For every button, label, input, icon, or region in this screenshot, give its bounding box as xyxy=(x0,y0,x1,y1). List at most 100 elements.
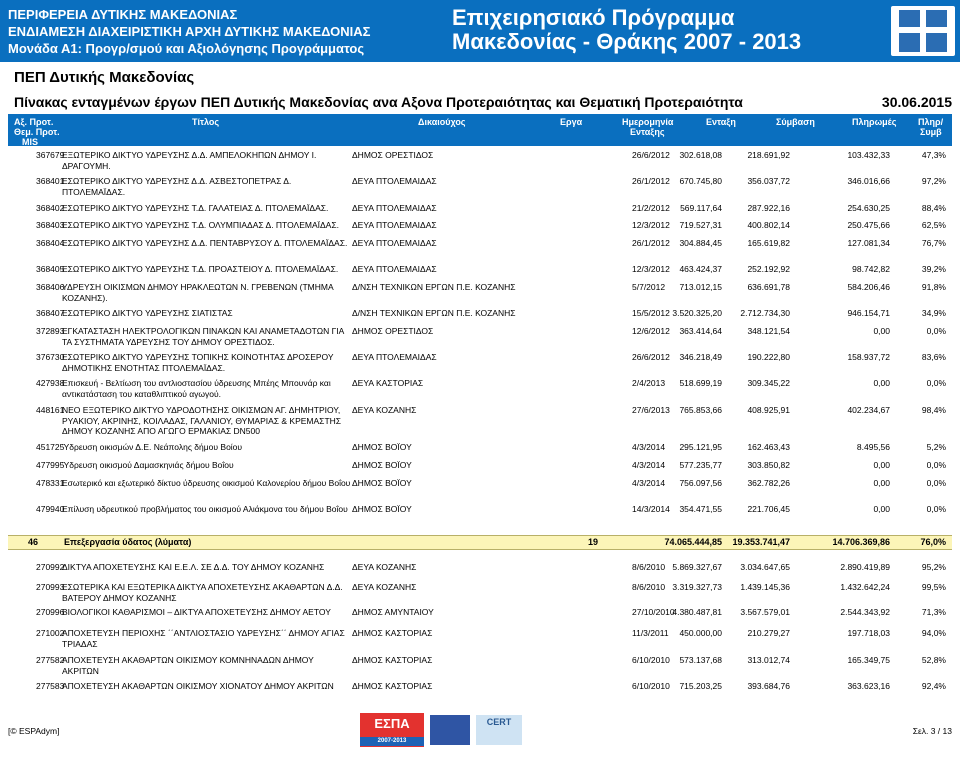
mis-cell: 368403 xyxy=(36,220,65,230)
eu-flag-icon xyxy=(430,715,470,745)
percent-cell: 83,6% xyxy=(921,352,946,362)
mis-cell: 270996 xyxy=(36,607,65,617)
greek-flag-icon xyxy=(891,6,955,56)
table-row: 427938 Επισκευή - Βελτίωση του αντλιοστασ… xyxy=(0,378,960,405)
symbasi-cell: 190.222,80 xyxy=(747,352,790,362)
date-cell: 26/1/2012 xyxy=(632,176,670,186)
entaxi-cell: 346.218,49 xyxy=(679,352,722,362)
mis-cell: 277582 xyxy=(36,655,65,665)
beneficiary-cell: ΔΕΥΑ ΚΟΖΑΝΗΣ xyxy=(352,582,417,592)
table-row: 479940 Επίλυση υδρευτικού προβλήματος του… xyxy=(0,504,960,530)
symbasi-cell: 221.706,45 xyxy=(747,504,790,514)
date-cell: 12/3/2012 xyxy=(632,264,670,274)
symbasi-cell: 2.712.734,30 xyxy=(740,308,790,318)
header-banner: ΠΕΡΙΦΕΡΕΙΑ ΔΥΤΙΚΗΣ ΜΑΚΕΔΟΝΙΑΣ ΕΝΔΙΑΜΕΣΗ … xyxy=(0,0,960,62)
table-row: 368402 ΕΣΩΤΕΡΙΚΟ ΔΙΚΤΥΟ ΥΔΡΕΥΣΗΣ Τ.Δ. ΓΑΛ… xyxy=(0,203,960,220)
percent-cell: 98,4% xyxy=(921,405,946,415)
report-date: 30.06.2015 xyxy=(881,94,952,110)
table-row: 376730 ΕΣΩΤΕΡΙΚΟ ΔΙΚΤΥΟ ΥΔΡΕΥΣΗΣ ΤΟΠΙΚΗΣ … xyxy=(0,352,960,378)
cert-logo-text: CERT xyxy=(486,717,512,727)
project-table-section-2: 270992 ΔΙΚΤΥΑ ΑΠΟΧΕΤΕΥΣΗΣ ΚΑΙ Ε.Ε.Λ. ΣΕ Δ… xyxy=(0,562,960,707)
mis-cell: 368404 xyxy=(36,238,65,248)
date-cell: 12/6/2012 xyxy=(632,326,670,336)
symbasi-cell: 362.782,26 xyxy=(747,478,790,488)
category-summary-row: 46 Επεξεργασία ύδατος (λύματα) 19 74.065… xyxy=(8,535,952,550)
table-row: 270992 ΔΙΚΤΥΑ ΑΠΟΧΕΤΕΥΣΗΣ ΚΑΙ Ε.Ε.Λ. ΣΕ Δ… xyxy=(0,562,960,582)
beneficiary-cell: ΔΗΜΟΣ ΒΟΪΟΥ xyxy=(352,478,412,488)
symbasi-cell: 252.192,92 xyxy=(747,264,790,274)
title-cell: Επίλυση υδρευτικού προβλήματος του οικισ… xyxy=(62,504,348,514)
symbasi-cell: 210.279,27 xyxy=(747,628,790,638)
mis-cell: 270992 xyxy=(36,562,65,572)
table-row: 478331 Εσωτερικό και εξωτερικό δίκτυο ύδρ… xyxy=(0,478,960,504)
entaxi-cell: 450.000,00 xyxy=(679,628,722,638)
beneficiary-cell: ΔΕΥΑ ΚΑΣΤΟΡΙΑΣ xyxy=(352,378,424,388)
header-symbasi: Σύμβαση xyxy=(776,117,815,127)
symbasi-cell: 3.034.647,65 xyxy=(740,562,790,572)
mis-cell: 367679 xyxy=(36,150,65,160)
espa-logo: ΕΣΠΑ 2007-2013 xyxy=(360,713,424,747)
programme-heading: Επιχειρησιακό Πρόγραμμα Μακεδονίας - Θρά… xyxy=(452,6,801,54)
percent-cell: 62,5% xyxy=(921,220,946,230)
percent-cell: 0,0% xyxy=(926,326,946,336)
mis-cell: 372893 xyxy=(36,326,65,336)
title-cell: ΒΙΟΛΟΓΙΚΟΙ ΚΑΘΑΡΙΣΜΟΙ – ΔΙΚΤΥΑ ΑΠΟΧΕΤΕΥΣ… xyxy=(62,607,331,617)
symbasi-cell: 3.567.579,01 xyxy=(740,607,790,617)
date-cell: 14/3/2014 xyxy=(632,504,670,514)
entaxi-cell: 670.745,80 xyxy=(679,176,722,186)
date-cell: 12/3/2012 xyxy=(632,220,670,230)
title-cell: Εσωτερικό και εξωτερικό δίκτυο ύδρευσης … xyxy=(62,478,351,488)
entaxi-cell: 304.884,45 xyxy=(679,238,722,248)
table-header: Αξ. Προτ. Θεμ. Προτ. MIS Τίτλος Δικαιούχ… xyxy=(8,114,952,147)
mis-cell: 270993 xyxy=(36,582,65,592)
title-cell: ΝΕΟ ΕΞΩΤΕΡΙΚΟ ΔΙΚΤΥΟ ΥΔΡΟΔΟΤΗΣΗΣ ΟΙΚΙΣΜΩ… xyxy=(62,405,342,436)
beneficiary-cell: ΔΗΜΟΣ ΟΡΕΣΤΙΔΟΣ xyxy=(352,150,434,160)
page-title: ΠΕΠ Δυτικής Μακεδονίας xyxy=(14,69,195,86)
beneficiary-cell: ΔΕΥΑ ΠΤΟΛΕΜΑΙΔΑΣ xyxy=(352,352,437,362)
percent-cell: 0,0% xyxy=(926,504,946,514)
summary-erga: 19 xyxy=(588,537,599,547)
symbasi-cell: 162.463,43 xyxy=(747,442,790,452)
percent-cell: 52,8% xyxy=(921,655,946,665)
beneficiary-cell: ΔΗΜΟΣ ΒΟΪΟΥ xyxy=(352,442,412,452)
header-erga: Εργα xyxy=(560,117,583,127)
percent-cell: 88,4% xyxy=(921,203,946,213)
title-cell: ΕΣΩΤΕΡΙΚΟ ΔΙΚΤΥΟ ΥΔΡΕΥΣΗΣ Δ.Δ. ΠΕΝΤΑΒΡΥΣ… xyxy=(62,238,348,248)
payments-cell: 0,00 xyxy=(873,326,890,336)
footer-copyright: [© ESPAdym] xyxy=(8,726,60,736)
mis-cell: 448161 xyxy=(36,405,65,415)
title-cell: ΕΣΩΤΕΡΙΚΟ ΔΙΚΤΥΟ ΥΔΡΕΥΣΗΣ Τ.Δ. ΠΡΟΑΣΤΕΙΟ… xyxy=(62,264,339,274)
payments-cell: 165.349,75 xyxy=(847,655,890,665)
payments-cell: 0,00 xyxy=(873,504,890,514)
region-line-3: Μονάδα Α1: Προγρ/σμού και Αξιολόγησης Πρ… xyxy=(8,41,365,56)
table-row: 368405 ΕΣΩΤΕΡΙΚΟ ΔΙΚΤΥΟ ΥΔΡΕΥΣΗΣ Τ.Δ. ΠΡΟ… xyxy=(0,264,960,282)
payments-cell: 8.495,56 xyxy=(856,442,890,452)
table-row: 368406 ΥΔΡΕΥΣΗ ΟΙΚΙΣΜΩΝ ΔΗΜΟΥ ΗΡΑΚΛΕΩΤΩΝ … xyxy=(0,282,960,308)
beneficiary-cell: ΔΗΜΟΣ ΒΟΪΟΥ xyxy=(352,504,412,514)
symbasi-cell: 313.012,74 xyxy=(747,655,790,665)
symbasi-cell: 356.037,72 xyxy=(747,176,790,186)
title-cell: ΕΣΩΤΕΡΙΚΟ ΔΙΚΤΥΟ ΥΔΡΕΥΣΗΣ ΣΙΑΤΙΣΤΑΣ xyxy=(62,308,233,318)
date-cell: 26/6/2012 xyxy=(632,352,670,362)
payments-cell: 946.154,71 xyxy=(847,308,890,318)
percent-cell: 76,7% xyxy=(921,238,946,248)
symbasi-cell: 218.691,92 xyxy=(747,150,790,160)
date-cell: 26/6/2012 xyxy=(632,150,670,160)
table-row: 270996 ΒΙΟΛΟΓΙΚΟΙ ΚΑΘΑΡΙΣΜΟΙ – ΔΙΚΤΥΑ ΑΠΟ… xyxy=(0,607,960,628)
symbasi-cell: 408.925,91 xyxy=(747,405,790,415)
header-mis: MIS xyxy=(22,137,39,147)
header-entaxi: Ενταξη xyxy=(706,117,736,127)
title-cell: ΕΣΩΤΕΡΙΚΑ ΚΑΙ ΕΞΩΤΕΡΙΚΑ ΔΙΚΤΥΑ ΑΠΟΧΕΤΕΥΣ… xyxy=(62,582,343,603)
entaxi-cell: 5.869.327,67 xyxy=(672,562,722,572)
title-cell: ΑΠΟΧΕΤΕΥΣΗ ΑΚΑΘΑΡΤΩΝ ΟΙΚΙΣΜΟΥ ΧΙΟΝΑΤΟΥ Δ… xyxy=(62,681,334,691)
percent-cell: 0,0% xyxy=(926,478,946,488)
report-subtitle: Πίνακας ενταγμένων έργων ΠΕΠ Δυτικής Μακ… xyxy=(14,94,743,110)
beneficiary-cell: ΔΗΜΟΣ ΑΜΥΝΤΑΙΟΥ xyxy=(352,607,434,617)
symbasi-cell: 348.121,54 xyxy=(747,326,790,336)
percent-cell: 34,9% xyxy=(921,308,946,318)
title-cell: Ύδρευση οικισμών Δ.Ε. Νεάπολης δήμου Βοί… xyxy=(62,442,243,452)
table-row: 277582 ΑΠΟΧΕΤΕΥΣΗ ΑΚΑΘΑΡΤΩΝ ΟΙΚΙΣΜΟΥ ΚΟΜΝ… xyxy=(0,655,960,681)
percent-cell: 91,8% xyxy=(921,282,946,292)
payments-cell: 363.623,16 xyxy=(847,681,890,691)
espa-logo-years: 2007-2013 xyxy=(360,737,424,746)
